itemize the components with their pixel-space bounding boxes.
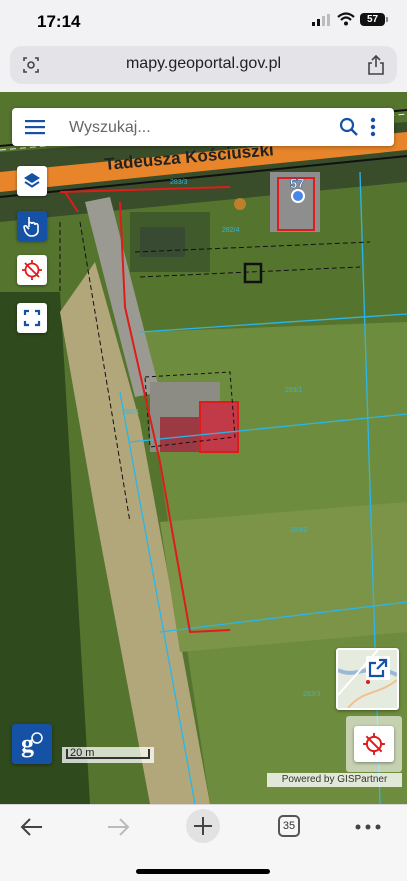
- status-bar: 17:14 57: [0, 0, 407, 44]
- wifi-icon: [337, 12, 355, 26]
- external-link-icon: [368, 658, 388, 678]
- forward-arrow-icon[interactable]: [106, 817, 130, 837]
- parcel-label: 283/1: [285, 387, 303, 394]
- status-time: 17:14: [37, 12, 81, 31]
- location-off-button[interactable]: [17, 255, 47, 285]
- parcel-label: 282/1: [122, 409, 140, 416]
- map-search-box: [12, 108, 394, 146]
- parcel-label: 283/2: [290, 527, 308, 534]
- cellular-signal-icon: [312, 14, 330, 26]
- location-off-icon: [363, 733, 385, 755]
- building-number: 57: [290, 176, 304, 191]
- geolocation-panel: [346, 716, 402, 772]
- layers-icon: [24, 173, 40, 188]
- geolocate-button[interactable]: [354, 726, 394, 762]
- tabs-button[interactable]: 35: [278, 815, 300, 837]
- search-icon[interactable]: [339, 117, 359, 137]
- overview-minimap[interactable]: [336, 648, 399, 710]
- url-text[interactable]: mapy.geoportal.gov.pl: [10, 55, 397, 73]
- parcel-label: 283/3: [170, 179, 188, 186]
- open-external-button[interactable]: [366, 656, 390, 680]
- hamburger-menu-icon[interactable]: [25, 119, 45, 135]
- location-off-icon: [22, 260, 42, 280]
- scale-bar: 20 m: [62, 747, 154, 763]
- map-view[interactable]: Tadeusza Kościuszki 57 282/4 283/1 282/1…: [0, 92, 407, 804]
- more-vertical-icon[interactable]: [370, 117, 376, 137]
- svg-text:g: g: [21, 729, 34, 758]
- back-arrow-icon[interactable]: [20, 817, 44, 837]
- new-tab-button[interactable]: [186, 809, 220, 843]
- address-point-marker[interactable]: [291, 189, 305, 203]
- pointer-hand-icon: [23, 217, 39, 237]
- identify-button[interactable]: [17, 211, 47, 241]
- battery-cap: [386, 17, 388, 22]
- parcel-label: 283/3: [303, 691, 321, 698]
- battery-indicator: 57: [360, 13, 385, 26]
- address-bar[interactable]: mapy.geoportal.gov.pl: [10, 46, 397, 84]
- search-input[interactable]: [67, 116, 331, 140]
- more-horizontal-icon[interactable]: [355, 824, 381, 830]
- geoportal-logo-button[interactable]: g: [12, 724, 52, 764]
- share-icon[interactable]: [367, 54, 385, 76]
- geoportal-logo-icon: g: [21, 729, 43, 758]
- parcel-label: 282/4: [222, 227, 240, 234]
- plus-icon: [194, 817, 212, 835]
- home-indicator: [136, 869, 270, 874]
- browser-toolbar: 35: [0, 804, 407, 881]
- fullscreen-button[interactable]: [17, 303, 47, 333]
- scale-label: 20 m: [70, 747, 95, 759]
- fullscreen-icon: [23, 309, 41, 327]
- attribution[interactable]: Powered by GISPartner: [267, 773, 402, 787]
- layers-button[interactable]: [17, 166, 47, 196]
